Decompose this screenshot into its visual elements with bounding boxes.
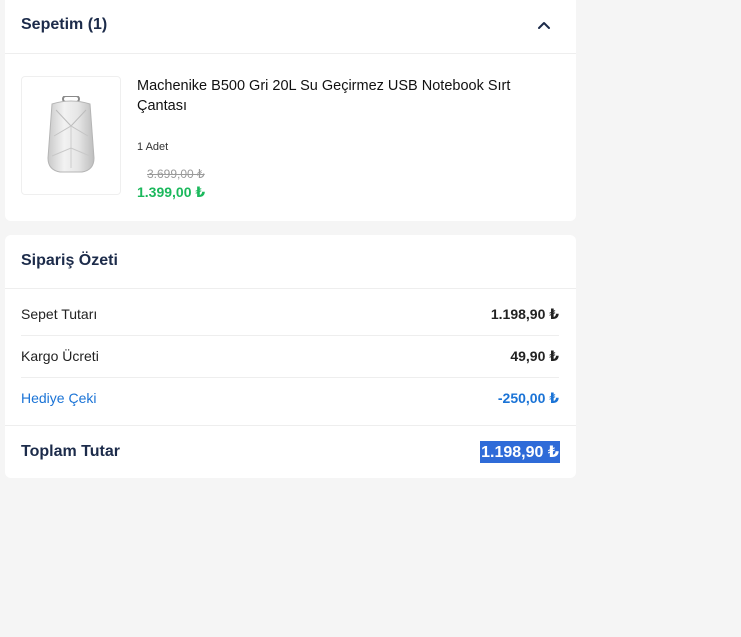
summary-row-shipping: Kargo Ücreti 49,90 ₺	[21, 336, 559, 378]
total-value: 1.198,90 ₺	[480, 441, 560, 463]
summary-row-label: Sepet Tutarı	[21, 306, 98, 322]
summary-row-cart-total: Sepet Tutarı 1.198,90 ₺	[21, 294, 559, 336]
product-price: 1.399,00 ₺	[137, 184, 206, 200]
cart-header[interactable]: Sepetim (1)	[5, 0, 576, 54]
cart-card: Sepetim (1) Machenike B500 Gri 20L Su Ge…	[5, 0, 576, 221]
gift-card-link[interactable]: Hediye Çeki	[21, 390, 96, 406]
product-name[interactable]: Machenike B500 Gri 20L Su Geçirmez USB N…	[137, 76, 547, 116]
total-label: Toplam Tutar	[21, 443, 120, 460]
summary-title: Sipariş Özeti	[21, 252, 118, 269]
summary-row-value: 1.198,90 ₺	[490, 306, 559, 322]
product-quantity: 1 Adet	[137, 141, 169, 153]
product-old-price: 3.699,00 ₺	[147, 167, 205, 181]
summary-row-label: Kargo Ücreti	[21, 348, 99, 364]
order-summary-card: Sipariş Özeti Sepet Tutarı 1.198,90 ₺ Ka…	[5, 235, 576, 478]
summary-row-gift-card[interactable]: Hediye Çeki -250,00 ₺	[21, 378, 559, 419]
product-image[interactable]	[21, 76, 121, 195]
chevron-up-icon[interactable]	[537, 18, 551, 32]
cart-title: Sepetim (1)	[21, 16, 108, 33]
summary-row-value: 49,90 ₺	[510, 348, 559, 364]
summary-row-value: -250,00 ₺	[497, 390, 559, 406]
divider	[5, 425, 576, 426]
summary-header: Sipariş Özeti	[5, 235, 576, 289]
backpack-image	[47, 96, 95, 173]
